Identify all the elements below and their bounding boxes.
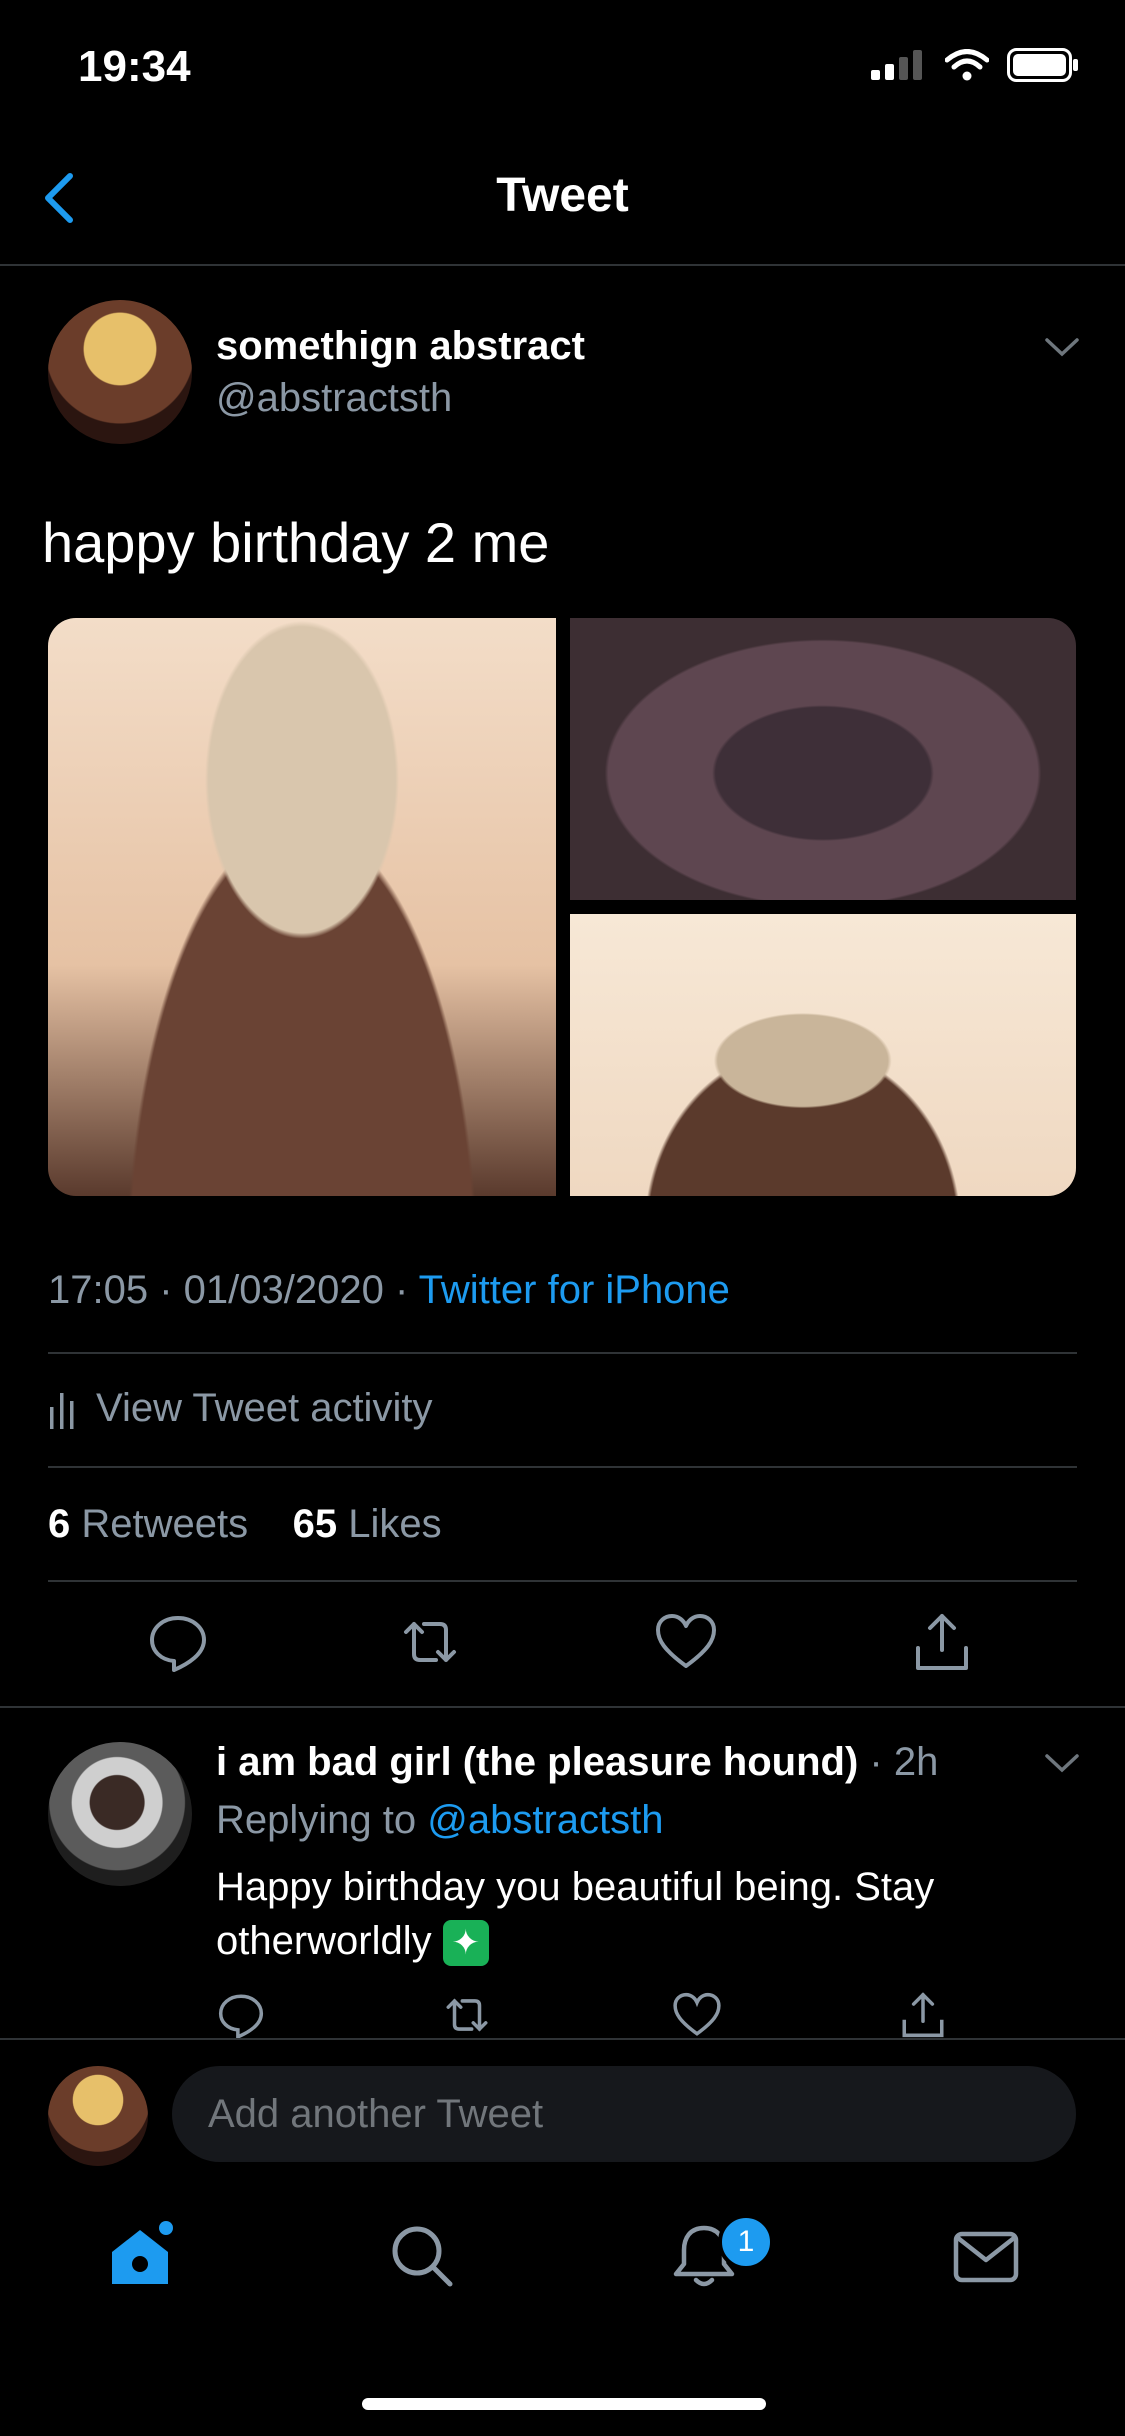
divider [48, 1466, 1077, 1468]
reply-text: Happy birthday you beautiful being. Stay… [216, 1865, 935, 1963]
battery-icon [1007, 48, 1078, 82]
divider [0, 1706, 1125, 1708]
likes-count: 65 [292, 1502, 338, 1546]
replying-label: Replying to [216, 1798, 428, 1842]
media-gallery[interactable] [48, 618, 1076, 1196]
retweets-label: Retweets [81, 1502, 249, 1546]
reply-author-avatar[interactable] [48, 1742, 192, 1886]
reply-text-container: Happy birthday you beautiful being. Stay… [216, 1860, 1076, 1968]
compose-avatar [48, 2066, 148, 2166]
share-icon[interactable] [898, 1990, 948, 2040]
tweet-photo-2[interactable] [570, 618, 1076, 900]
divider [0, 2038, 1125, 2040]
status-time: 19:34 [78, 42, 191, 91]
reply-author-name[interactable]: i am bad girl (the pleasure hound) [216, 1740, 858, 1784]
likes-label: Likes [348, 1502, 442, 1546]
tweet-text: happy birthday 2 me [42, 511, 550, 574]
author-name[interactable]: somethign abstract [216, 324, 585, 369]
tweet-photo-3[interactable] [570, 914, 1076, 1196]
engagement-counts: 6 Retweets 65 Likes [48, 1502, 442, 1547]
notifications-badge: 1 [718, 2214, 774, 2270]
view-tweet-activity[interactable]: View Tweet activity [48, 1386, 432, 1431]
reply-icon[interactable] [146, 1610, 210, 1674]
reply-header: i am bad girl (the pleasure hound) · 2h [216, 1740, 938, 1785]
tweet-meta: 17:05 · 01/03/2020 · Twitter for iPhone [48, 1268, 730, 1313]
like-icon[interactable] [672, 1990, 722, 2040]
replying-handle-link[interactable]: @abstractsth [427, 1798, 663, 1842]
tweet-timestamp: 17:05 · 01/03/2020 · [48, 1268, 419, 1312]
reply-icon[interactable] [216, 1990, 266, 2040]
activity-icon [50, 1392, 74, 1429]
chevron-down-icon[interactable] [1044, 1752, 1080, 1774]
messages-icon[interactable] [950, 2220, 1022, 2292]
reply-action-bar [0, 1990, 1125, 2040]
retweets-count-link[interactable]: 6 Retweets [48, 1502, 248, 1546]
bottom-tab-bar [0, 2220, 1125, 2330]
header-divider [0, 264, 1125, 266]
divider [48, 1352, 1077, 1354]
share-icon[interactable] [910, 1610, 974, 1674]
reply-time: · 2h [858, 1740, 939, 1784]
search-icon[interactable] [386, 2220, 458, 2292]
likes-count-link[interactable]: 65 Likes [293, 1502, 442, 1546]
like-icon[interactable] [654, 1610, 718, 1674]
activity-label: View Tweet activity [96, 1386, 433, 1430]
sparkles-emoji-icon: ✦ [442, 1920, 489, 1967]
home-indicator [362, 2398, 766, 2410]
replying-to: Replying to @abstractsth [216, 1798, 663, 1843]
status-icons [871, 48, 1079, 82]
retweets-count: 6 [48, 1502, 71, 1546]
author-handle[interactable]: @abstractsth [216, 376, 452, 421]
chevron-down-icon[interactable] [1044, 336, 1080, 358]
retweet-icon[interactable] [398, 1610, 462, 1674]
divider [48, 1580, 1077, 1582]
wifi-icon [945, 49, 989, 81]
retweet-icon[interactable] [442, 1990, 492, 2040]
add-tweet-input[interactable]: Add another Tweet [172, 2066, 1076, 2162]
tweet-source-link[interactable]: Twitter for iPhone [419, 1268, 730, 1312]
signal-icon [871, 50, 922, 80]
author-avatar[interactable] [48, 300, 192, 444]
tweet-action-bar [0, 1610, 1125, 1680]
tweet-photo-1[interactable] [48, 618, 556, 1196]
page-title: Tweet [496, 169, 629, 222]
home-icon[interactable] [104, 2220, 176, 2292]
